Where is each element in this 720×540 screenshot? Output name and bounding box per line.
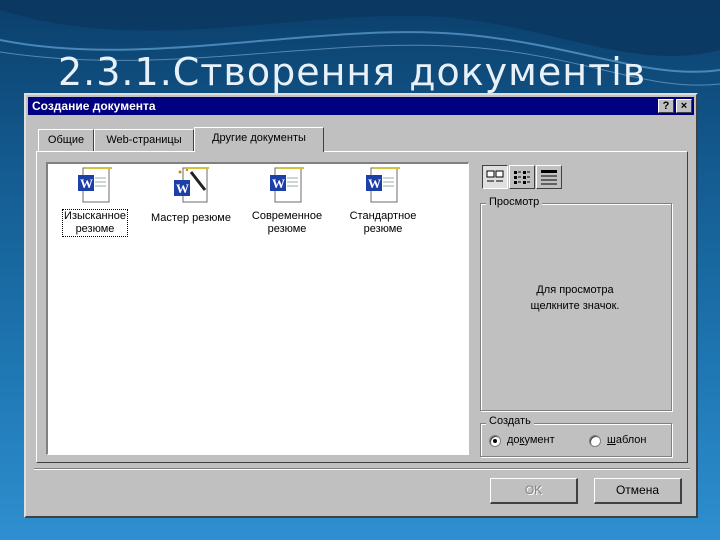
accelerator-key: ш [607, 434, 616, 446]
svg-text:W: W [80, 176, 93, 191]
word-document-icon: W [366, 167, 400, 203]
preview-hint-line: щелкните значок. [530, 300, 620, 312]
button-divider [34, 468, 690, 470]
list-view-button[interactable] [509, 165, 535, 189]
template-label-line: резюме [363, 223, 403, 235]
document-radio-label[interactable]: документ [507, 434, 555, 446]
template-label: Изысканное резюме [62, 209, 128, 237]
svg-text:W: W [176, 181, 189, 196]
svg-text:W: W [272, 176, 285, 191]
template-label-line: резюме [267, 223, 307, 235]
create-legend: Создать [486, 415, 534, 427]
slide-title: 2.3.1.Створення документів [58, 50, 647, 94]
cancel-button[interactable]: Отмена [594, 478, 682, 504]
word-wizard-icon: W [174, 167, 209, 203]
template-label: Стандартное резюме [349, 210, 418, 236]
word-document-icon: W [270, 167, 304, 203]
template-item-elegant-resume[interactable]: W Изысканное резюме [50, 166, 140, 237]
label-part: до [507, 434, 520, 446]
ok-button[interactable]: OK [490, 478, 578, 504]
dialog-title: Создание документа [32, 99, 156, 113]
new-document-dialog: Создание документа ? × Общие Web-страниц… [24, 93, 698, 518]
template-label: Современное резюме [251, 210, 323, 236]
large-icons-icon [486, 170, 504, 182]
template-radio[interactable] [589, 435, 601, 447]
template-label: Мастер резюме [150, 212, 232, 225]
template-label-line: Изысканное [64, 210, 126, 222]
template-label-line: резюме [75, 223, 115, 235]
details-icon [541, 170, 557, 185]
preview-legend: Просмотр [486, 196, 543, 208]
word-document-icon: W [78, 167, 112, 203]
template-item-contemporary-resume[interactable]: W Современное резюме [242, 166, 332, 236]
label-part: умент [524, 434, 555, 446]
preview-hint-line: Для просмотра [536, 284, 614, 296]
template-item-standard-resume[interactable]: W Стандартное резюме [338, 166, 428, 236]
preview-hint: Для просмотра щелкните значок. [482, 282, 668, 314]
template-label-line: Стандартное [349, 210, 417, 222]
template-item-resume-wizard[interactable]: W Мастер резюме [146, 166, 236, 225]
document-radio[interactable] [489, 435, 501, 447]
dialog-titlebar: Создание документа ? × [28, 97, 694, 115]
template-list[interactable]: W Изысканное резюме W Мастер резюме W Со… [46, 162, 469, 455]
tab-other-documents[interactable]: Другие документы [194, 127, 324, 152]
template-radio-label[interactable]: шаблон [607, 434, 647, 446]
svg-text:W: W [368, 176, 381, 191]
label-part: аблон [615, 434, 647, 446]
template-label-line: Мастер резюме [151, 212, 231, 224]
list-icon [514, 171, 530, 184]
close-button[interactable]: × [676, 99, 692, 113]
large-icons-view-button[interactable] [482, 165, 508, 189]
tab-general[interactable]: Общие [38, 129, 94, 151]
help-button[interactable]: ? [658, 99, 674, 113]
template-label-line: Современное [251, 210, 323, 222]
tab-web-pages[interactable]: Web-страницы [94, 129, 194, 151]
details-view-button[interactable] [536, 165, 562, 189]
